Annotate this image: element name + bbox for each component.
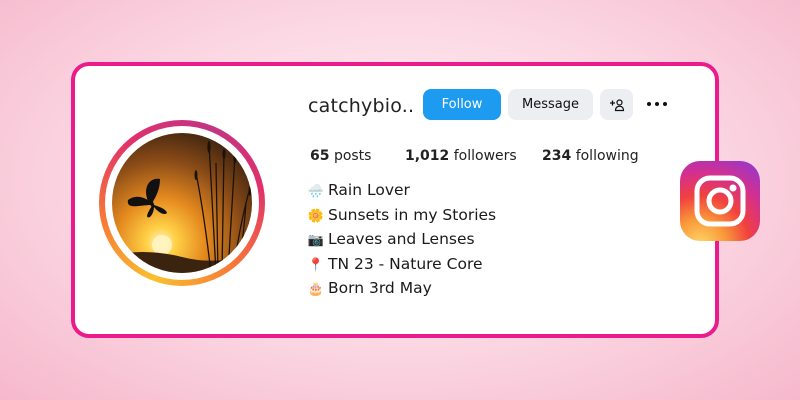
bio-line: 🌧️ Rain Lover: [306, 178, 496, 203]
bio-text: TN 23 - Nature Core: [328, 254, 483, 273]
followers-count: 1,012: [405, 148, 450, 164]
following-stat[interactable]: 234 following: [542, 148, 639, 164]
pin-icon: 📍: [307, 257, 325, 273]
bio-text: Born 3rd May: [328, 279, 432, 297]
username: catchybio..: [308, 95, 415, 117]
add-user-icon: [609, 98, 624, 111]
posts-count: 65: [310, 148, 330, 164]
bio-line: 🎂 Born 3rd May: [306, 276, 496, 301]
posts-stat[interactable]: 65 posts: [310, 148, 371, 164]
bio-line: 📍 TN 23 - Nature Core: [306, 252, 496, 277]
more-options-button[interactable]: [647, 96, 671, 112]
following-label: following: [575, 148, 639, 164]
avatar[interactable]: [112, 133, 252, 273]
posts-label: posts: [333, 148, 372, 164]
birthday-cake-icon: 🎂: [307, 282, 325, 297]
message-button[interactable]: Message: [508, 89, 593, 120]
more-dot: [663, 102, 667, 106]
instagram-logo-icon: [680, 161, 760, 241]
followers-stat[interactable]: 1,012 followers: [405, 148, 517, 164]
bio-line: 🌼 Sunsets in my Stories: [306, 203, 496, 228]
follow-button[interactable]: Follow: [423, 89, 501, 120]
bio-line: 📷 Leaves and Lenses: [306, 227, 496, 252]
more-dot: [647, 102, 651, 106]
add-user-button[interactable]: [600, 89, 633, 120]
bio: 🌧️ Rain Lover 🌼 Sunsets in my Stories 📷 Lea…: [306, 178, 496, 301]
story-ring[interactable]: [99, 120, 265, 286]
more-dot: [655, 102, 659, 106]
avatar-frame: [105, 126, 259, 280]
instagram-glyph: [694, 175, 746, 227]
profile-card: catchybio.. Follow Message 65 posts 1,01…: [71, 62, 719, 338]
camera-icon: 📷: [307, 233, 325, 248]
bio-text: Rain Lover: [328, 181, 410, 199]
bio-text: Sunsets in my Stories: [328, 205, 497, 224]
followers-label: followers: [453, 148, 517, 164]
following-count: 234: [542, 148, 572, 164]
daisy-flower-icon: 🌼: [307, 208, 325, 224]
rain-cloud-icon: 🌧️: [307, 184, 325, 199]
bio-text: Leaves and Lenses: [328, 230, 475, 248]
